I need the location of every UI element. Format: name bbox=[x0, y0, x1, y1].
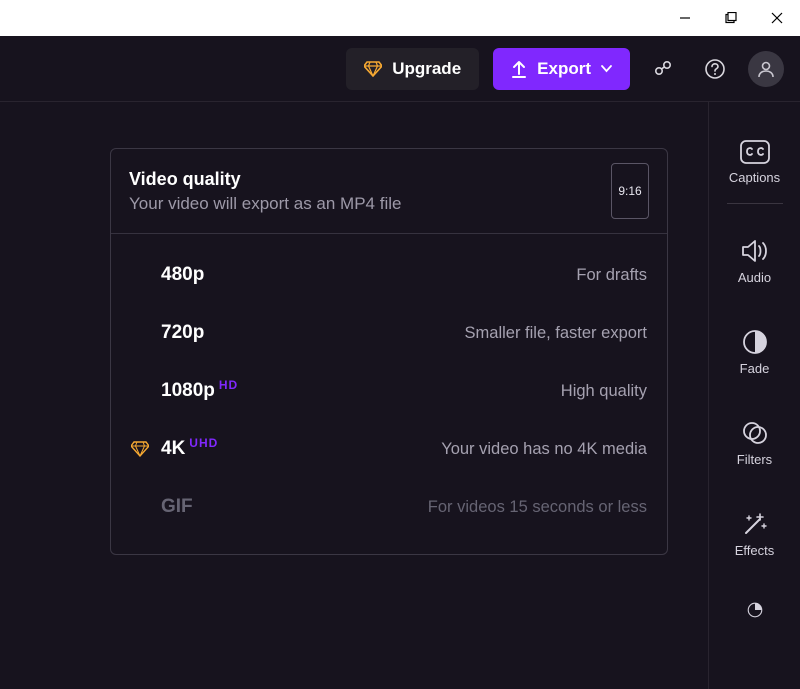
topbar: Upgrade Export bbox=[0, 36, 800, 102]
diamond-icon bbox=[131, 441, 149, 457]
window-minimize-button[interactable] bbox=[662, 0, 708, 36]
sidebar-item-label: Effects bbox=[735, 543, 775, 558]
quality-option-desc: Your video has no 4K media bbox=[218, 440, 647, 459]
quality-option-name: 720p bbox=[161, 322, 204, 344]
captions-icon bbox=[740, 140, 770, 164]
export-quality-title: Video quality bbox=[129, 169, 595, 190]
aspect-ratio-value: 9:16 bbox=[618, 184, 641, 198]
quality-option-badge: HD bbox=[219, 378, 238, 392]
share-icon bbox=[652, 58, 674, 80]
quality-option-480p[interactable]: 480p For drafts bbox=[131, 246, 647, 304]
chevron-down-icon bbox=[601, 65, 612, 73]
sidebar-item-fade[interactable]: Fade bbox=[709, 321, 800, 384]
quality-option-desc: For videos 15 seconds or less bbox=[193, 498, 647, 517]
quality-option-name: GIF bbox=[161, 496, 193, 518]
diamond-icon bbox=[364, 61, 382, 77]
speaker-icon bbox=[741, 238, 769, 264]
export-button[interactable]: Export bbox=[493, 48, 630, 90]
upgrade-button[interactable]: Upgrade bbox=[346, 48, 479, 90]
sidebar-item-filters[interactable]: Filters bbox=[709, 412, 800, 475]
export-quality-header: Video quality Your video will export as … bbox=[111, 149, 667, 233]
upload-icon bbox=[511, 60, 527, 78]
quality-option-720p[interactable]: 720p Smaller file, faster export bbox=[131, 304, 647, 362]
help-button[interactable] bbox=[696, 50, 734, 88]
export-quality-panel: Video quality Your video will export as … bbox=[110, 148, 668, 555]
window-close-button[interactable] bbox=[754, 0, 800, 36]
sidebar-item-captions[interactable]: Captions bbox=[709, 132, 800, 193]
quality-option-desc: For drafts bbox=[204, 266, 647, 285]
quality-option-name: 4K bbox=[161, 438, 185, 460]
window-titlebar bbox=[0, 0, 800, 36]
export-quality-list: 480p For drafts 720p Smaller file, faste… bbox=[111, 234, 667, 554]
sidebar-item-partial[interactable] bbox=[709, 594, 800, 626]
upgrade-label: Upgrade bbox=[392, 59, 461, 79]
sidebar-item-effects[interactable]: Effects bbox=[709, 503, 800, 566]
effects-icon bbox=[742, 511, 768, 537]
filters-icon bbox=[742, 420, 768, 446]
sidebar-divider bbox=[727, 203, 783, 204]
sidebar-item-label: Filters bbox=[737, 452, 772, 467]
sidebar: Captions Audio Fade Filters Effects bbox=[708, 102, 800, 689]
quality-option-badge: UHD bbox=[189, 436, 218, 450]
account-avatar[interactable] bbox=[748, 51, 784, 87]
quality-option-gif: GIF For videos 15 seconds or less bbox=[131, 478, 647, 536]
export-label: Export bbox=[537, 59, 591, 79]
quality-option-name: 480p bbox=[161, 264, 204, 286]
help-icon bbox=[704, 58, 726, 80]
window-maximize-button[interactable] bbox=[708, 0, 754, 36]
sidebar-item-label: Audio bbox=[738, 270, 771, 285]
sidebar-item-label: Fade bbox=[740, 361, 770, 376]
aspect-ratio-indicator[interactable]: 9:16 bbox=[611, 163, 649, 219]
quality-option-desc: High quality bbox=[238, 382, 647, 401]
app-frame: Upgrade Export bbox=[0, 36, 800, 689]
fade-icon bbox=[742, 329, 768, 355]
quality-option-name: 1080p bbox=[161, 380, 215, 402]
sidebar-item-audio[interactable]: Audio bbox=[709, 230, 800, 293]
share-button[interactable] bbox=[644, 50, 682, 88]
adjust-icon bbox=[742, 602, 768, 618]
export-quality-subtitle: Your video will export as an MP4 file bbox=[129, 194, 595, 214]
quality-option-desc: Smaller file, faster export bbox=[204, 324, 647, 343]
quality-option-4k[interactable]: 4K UHD Your video has no 4K media bbox=[131, 420, 647, 478]
sidebar-item-label: Captions bbox=[729, 170, 780, 185]
quality-option-1080p[interactable]: 1080p HD High quality bbox=[131, 362, 647, 420]
person-icon bbox=[756, 59, 776, 79]
